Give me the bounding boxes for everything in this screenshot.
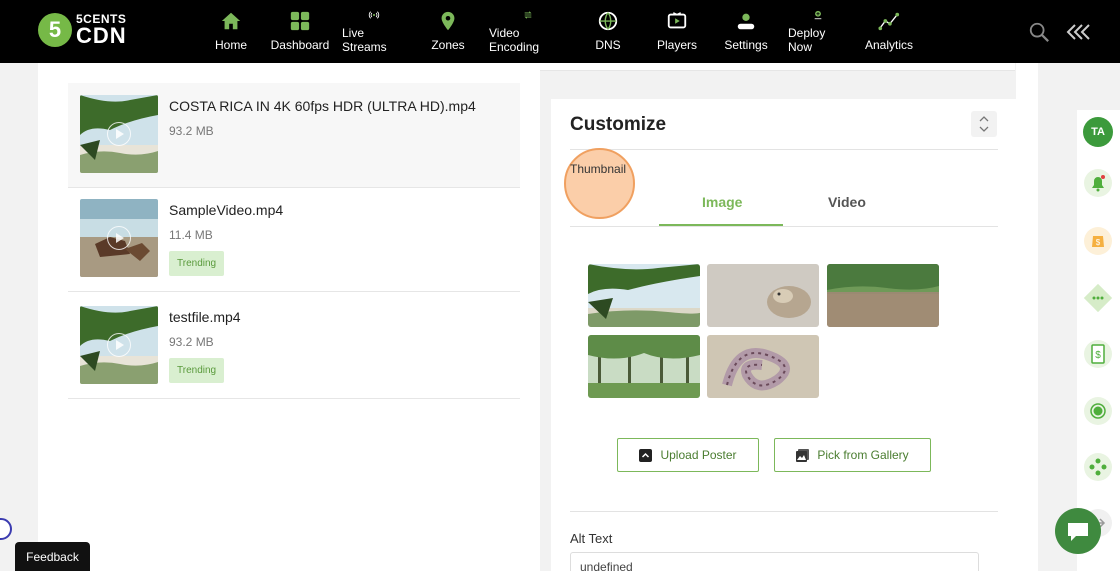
feedback-button[interactable]: Feedback xyxy=(15,542,90,571)
section-divider xyxy=(570,511,998,512)
invoice-button[interactable]: $ xyxy=(1083,339,1113,369)
logo-badge: 5 xyxy=(38,13,72,47)
tab-video[interactable]: Video xyxy=(828,194,866,210)
play-icon xyxy=(107,333,131,357)
nav-item-deploy-now[interactable]: Deploy Now xyxy=(788,10,848,54)
accessibility-widget[interactable] xyxy=(0,518,12,540)
deploy-now-icon xyxy=(814,10,822,20)
notifications-button[interactable] xyxy=(1083,168,1113,198)
nav-item-zones[interactable]: Zones xyxy=(431,10,465,54)
nav-item-live-streams[interactable]: Live Streams xyxy=(342,10,406,54)
settings-icon xyxy=(737,13,755,30)
video-list-item[interactable]: testfile.mp4 93.2 MB Trending xyxy=(68,294,520,399)
nav-label-video-encoding: Video Encoding xyxy=(489,26,540,54)
nav-label-settings: Settings xyxy=(724,38,768,52)
tab-image[interactable]: Image xyxy=(702,194,742,210)
video-name: COSTA RICA IN 4K 60fps HDR (ULTRA HD).mp… xyxy=(169,98,476,114)
billing-button[interactable]: $ xyxy=(1083,226,1113,256)
nav-label-analytics: Analytics xyxy=(864,38,914,52)
status-button[interactable] xyxy=(1083,396,1113,426)
search-icon[interactable] xyxy=(1028,21,1050,43)
gallery-icon xyxy=(796,448,810,462)
nav-item-players[interactable]: Players xyxy=(657,10,698,54)
record-icon xyxy=(1084,397,1112,425)
video-size: 11.4 MB xyxy=(169,228,213,242)
alt-text-label: Alt Text xyxy=(570,531,613,546)
video-size: 93.2 MB xyxy=(169,335,214,349)
zones-icon xyxy=(441,11,455,31)
upload-icon xyxy=(639,448,653,462)
svg-text:$: $ xyxy=(1096,238,1101,247)
dashboard-icon xyxy=(290,11,310,31)
gallery-image-river[interactable] xyxy=(827,264,939,327)
dollar-receipt-icon: $ xyxy=(1084,340,1112,368)
video-encoding-icon xyxy=(524,11,532,19)
nav-label-players: Players xyxy=(657,38,698,52)
svg-text:$: $ xyxy=(1095,350,1101,361)
chat-bubble-icon xyxy=(1068,523,1088,541)
gallery-image-snake-closeup[interactable] xyxy=(707,264,819,327)
collapse-toggle[interactable] xyxy=(971,111,997,137)
click-highlight-marker xyxy=(564,148,635,219)
right-panel-top-card xyxy=(540,63,1015,71)
dots-diamond-icon xyxy=(1083,283,1113,313)
coin-bag-icon: $ xyxy=(1084,227,1112,255)
right-panel-gutter xyxy=(528,63,540,571)
section-divider xyxy=(570,149,998,150)
thumbnail-label: Thumbnail xyxy=(570,162,627,176)
gamepad-button[interactable] xyxy=(1083,452,1113,482)
video-size: 93.2 MB xyxy=(169,124,214,138)
upload-poster-label: Upload Poster xyxy=(660,448,737,462)
video-list-item[interactable]: SampleVideo.mp4 11.4 MB Trending xyxy=(68,187,520,292)
gamepad-icon xyxy=(1084,453,1112,481)
players-icon xyxy=(667,12,687,29)
collapse-double-chevron-icon[interactable] xyxy=(1064,22,1090,42)
left-panel-margin xyxy=(38,63,58,571)
live-streams-icon xyxy=(368,11,380,19)
play-icon xyxy=(107,226,131,250)
trending-badge: Trending xyxy=(169,358,225,383)
chat-button[interactable] xyxy=(1055,508,1101,554)
upload-poster-button[interactable]: Upload Poster xyxy=(617,438,759,472)
analytics-icon xyxy=(878,12,900,31)
play-icon xyxy=(107,122,131,146)
brand-logo[interactable]: 5 5CENTS CDN xyxy=(38,13,127,47)
video-thumbnail xyxy=(80,306,158,384)
top-navigation-bar: 5 5CENTS CDN Home Dashboard Live Streams… xyxy=(0,0,1120,63)
nav-label-dns: DNS xyxy=(595,38,621,52)
home-icon xyxy=(221,12,241,30)
video-thumbnail xyxy=(80,95,158,173)
customize-title: Customize xyxy=(570,114,667,135)
logo-line2: CDN xyxy=(76,23,127,48)
nav-item-dns[interactable]: DNS xyxy=(595,10,621,54)
nav-item-analytics[interactable]: Analytics xyxy=(864,10,914,54)
video-list-item[interactable]: COSTA RICA IN 4K 60fps HDR (ULTRA HD).mp… xyxy=(68,83,520,188)
alt-text-input[interactable] xyxy=(570,552,979,571)
nav-label-zones: Zones xyxy=(431,38,465,52)
gallery-image-palm-beach[interactable] xyxy=(588,264,700,327)
nav-label-live-streams: Live Streams xyxy=(342,26,387,54)
video-thumbnail xyxy=(80,199,158,277)
right-panel-margin xyxy=(1016,63,1038,571)
chevron-up-down-icon xyxy=(979,116,989,132)
nav-item-video-encoding[interactable]: Video Encoding xyxy=(489,10,567,54)
user-avatar[interactable]: TA xyxy=(1083,117,1113,147)
trending-badge: Trending xyxy=(169,251,225,276)
gallery-image-palm-forest[interactable] xyxy=(588,335,700,398)
nav-item-dashboard[interactable]: Dashboard xyxy=(270,10,330,54)
video-name: testfile.mp4 xyxy=(169,309,241,325)
nav-label-dashboard: Dashboard xyxy=(270,38,330,52)
pick-from-gallery-button[interactable]: Pick from Gallery xyxy=(774,438,931,472)
nav-label-deploy-now: Deploy Now xyxy=(788,26,826,54)
nav-item-home[interactable]: Home xyxy=(215,10,248,54)
nav-label-home: Home xyxy=(215,38,248,52)
bell-icon xyxy=(1084,169,1112,197)
video-name: SampleVideo.mp4 xyxy=(169,202,284,218)
dns-icon xyxy=(598,11,618,31)
more-options-button[interactable] xyxy=(1083,283,1113,313)
pick-from-gallery-label: Pick from Gallery xyxy=(817,448,909,462)
nav-item-settings[interactable]: Settings xyxy=(724,10,768,54)
gallery-image-coiled-snake[interactable] xyxy=(707,335,819,398)
tabs-divider xyxy=(570,226,998,227)
